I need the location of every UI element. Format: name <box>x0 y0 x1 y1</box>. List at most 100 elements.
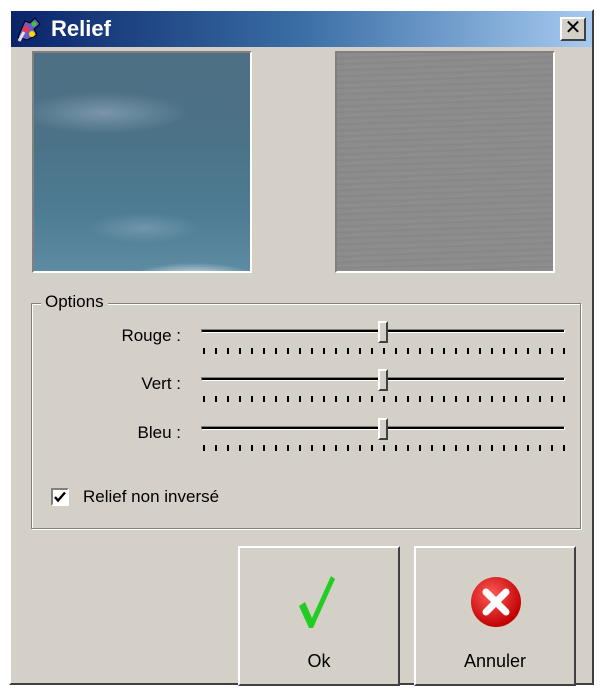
slider-tick <box>539 445 541 451</box>
slider-tick <box>491 348 493 354</box>
slider-tick <box>431 445 433 451</box>
slider-tick <box>551 396 553 402</box>
options-group-label: Options <box>41 292 108 312</box>
slider-tick <box>371 396 373 402</box>
checkmark-icon <box>54 491 66 503</box>
slider-tick <box>371 445 373 451</box>
slider-tick <box>527 445 529 451</box>
slider-tick <box>419 445 421 451</box>
slider-tick <box>263 445 265 451</box>
slider-tick <box>323 348 325 354</box>
slider-tick <box>203 445 205 451</box>
slider-tick <box>503 396 505 402</box>
slider-tick <box>251 396 253 402</box>
slider-tick <box>347 348 349 354</box>
slider-tick <box>251 445 253 451</box>
bleu-slider-ticks <box>203 445 565 451</box>
slider-tick <box>383 348 385 354</box>
slider-tick <box>491 445 493 451</box>
slider-tick <box>347 445 349 451</box>
slider-tick <box>251 348 253 354</box>
slider-tick <box>563 445 565 451</box>
ok-button[interactable]: Ok <box>238 546 400 686</box>
slider-tick <box>455 396 457 402</box>
slider-tick <box>431 396 433 402</box>
close-button[interactable]: ✕ <box>560 17 586 41</box>
slider-tick <box>323 396 325 402</box>
slider-tick <box>335 396 337 402</box>
slider-tick <box>467 445 469 451</box>
slider-tick <box>515 396 517 402</box>
relief-checkbox-label[interactable]: Relief non inversé <box>83 487 219 507</box>
original-preview <box>32 51 252 273</box>
slider-tick <box>503 445 505 451</box>
slider-tick <box>551 348 553 354</box>
slider-tick <box>395 445 397 451</box>
slider-tick <box>275 445 277 451</box>
relief-preview <box>335 51 555 273</box>
bleu-slider-thumb[interactable] <box>378 418 388 440</box>
slider-tick <box>371 348 373 354</box>
window-title: Relief <box>51 16 111 41</box>
slider-tick <box>227 396 229 402</box>
slider-tick <box>311 445 313 451</box>
slider-tick <box>275 396 277 402</box>
slider-tick <box>239 396 241 402</box>
slider-tick <box>359 348 361 354</box>
red-x-icon <box>471 577 521 627</box>
slider-tick <box>455 445 457 451</box>
slider-tick <box>467 348 469 354</box>
slider-tick <box>323 445 325 451</box>
vert-slider-thumb[interactable] <box>378 369 388 391</box>
slider-tick <box>383 396 385 402</box>
slider-tick <box>335 445 337 451</box>
bleu-label: Bleu : <box>137 423 181 442</box>
slider-tick <box>347 396 349 402</box>
slider-tick <box>395 396 397 402</box>
slider-tick <box>287 396 289 402</box>
slider-tick <box>443 396 445 402</box>
slider-tick <box>263 396 265 402</box>
slider-tick <box>551 445 553 451</box>
slider-tick <box>515 445 517 451</box>
vert-slider-ticks <box>203 396 565 402</box>
slider-tick <box>239 445 241 451</box>
slider-tick <box>335 348 337 354</box>
slider-tick <box>467 396 469 402</box>
slider-tick <box>215 396 217 402</box>
slider-tick <box>407 445 409 451</box>
slider-tick <box>287 445 289 451</box>
rouge-slider-ticks <box>203 348 565 354</box>
slider-tick <box>527 348 529 354</box>
rouge-slider-thumb[interactable] <box>378 321 388 343</box>
relief-dialog: Relief ✕ Options Rouge : Vert : Bleu : R… <box>9 9 594 686</box>
vert-label: Vert : <box>141 374 181 393</box>
ok-label: Ok <box>307 651 331 671</box>
slider-tick <box>299 348 301 354</box>
slider-tick <box>311 348 313 354</box>
slider-tick <box>203 348 205 354</box>
slider-tick <box>359 445 361 451</box>
slider-tick <box>563 348 565 354</box>
slider-tick <box>419 348 421 354</box>
slider-tick <box>299 396 301 402</box>
slider-tick <box>311 396 313 402</box>
slider-tick <box>491 396 493 402</box>
title-bar[interactable]: Relief ✕ <box>11 11 592 47</box>
slider-tick <box>287 348 289 354</box>
cancel-label: Annuler <box>463 651 527 671</box>
slider-tick <box>479 445 481 451</box>
slider-tick <box>275 348 277 354</box>
relief-checkbox[interactable] <box>51 488 69 506</box>
cancel-button[interactable]: Annuler <box>414 546 576 686</box>
slider-tick <box>203 396 205 402</box>
slider-tick <box>563 396 565 402</box>
slider-tick <box>515 348 517 354</box>
slider-tick <box>479 396 481 402</box>
slider-tick <box>383 445 385 451</box>
slider-tick <box>395 348 397 354</box>
slider-tick <box>443 348 445 354</box>
palette-icon <box>17 17 41 42</box>
rouge-label: Rouge : <box>121 326 181 345</box>
slider-tick <box>455 348 457 354</box>
